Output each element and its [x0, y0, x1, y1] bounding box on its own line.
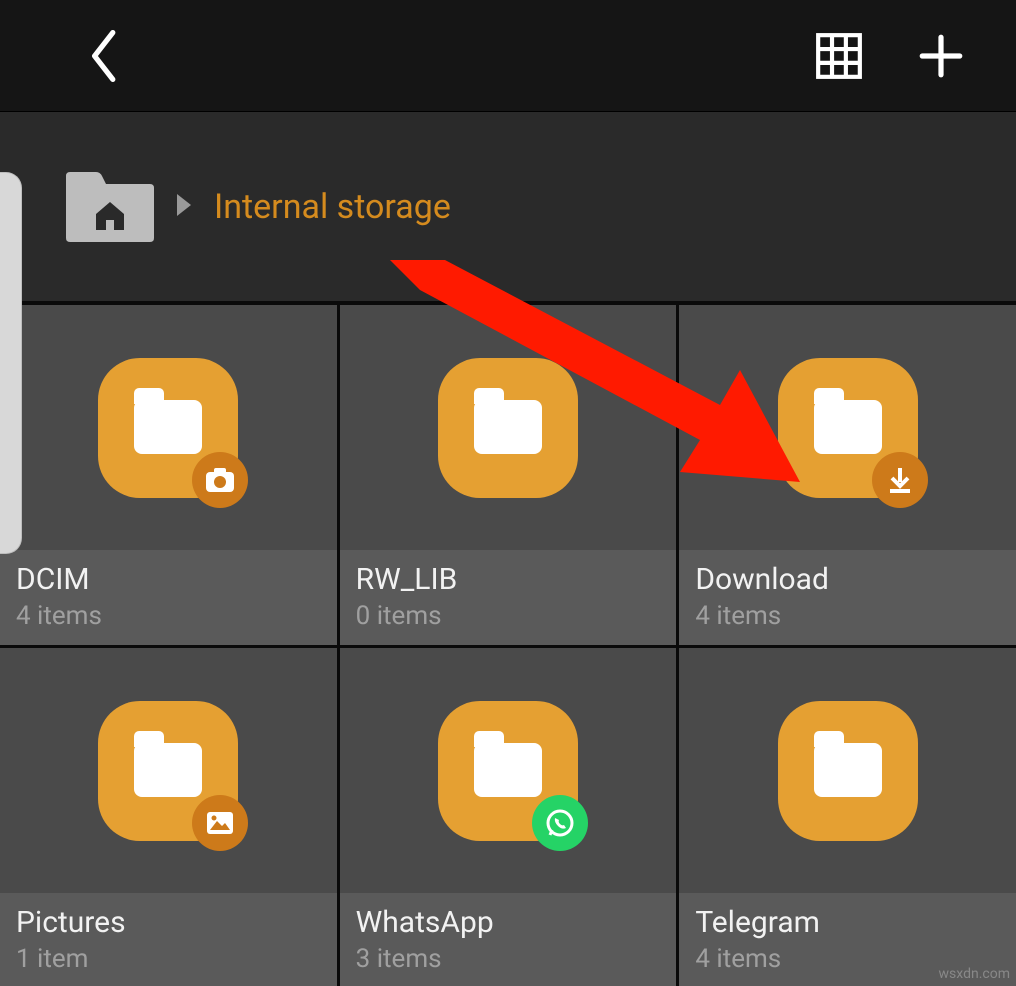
folder-count: 4 items: [695, 601, 1000, 631]
image-icon: [192, 795, 248, 851]
camera-icon: [192, 452, 248, 508]
folder-name: Telegram: [695, 905, 1000, 940]
folder-grid: DCIM 4 items RW_LIB 0 items Download 4 i…: [0, 302, 1016, 986]
folder-icon: [0, 305, 337, 550]
chevron-left-icon: [88, 30, 122, 82]
view-grid-button[interactable]: [804, 21, 874, 91]
home-folder-icon: [62, 168, 158, 246]
folder-icon: [340, 305, 677, 550]
folder-rw-lib[interactable]: RW_LIB 0 items: [340, 305, 677, 645]
folder-name: WhatsApp: [356, 905, 661, 940]
folder-whatsapp[interactable]: WhatsApp 3 items: [340, 648, 677, 986]
grid-icon: [814, 31, 864, 81]
breadcrumb-separator-icon: [174, 192, 194, 222]
folder-name: DCIM: [16, 562, 321, 597]
folder-icon: [0, 648, 337, 893]
folder-count: 1 item: [16, 944, 321, 974]
drawer-handle[interactable]: [0, 172, 22, 554]
folder-name: RW_LIB: [356, 562, 661, 597]
folder-telegram[interactable]: Telegram 4 items: [679, 648, 1016, 986]
back-button[interactable]: [70, 21, 140, 91]
folder-icon: [340, 648, 677, 893]
folder-count: 4 items: [16, 601, 321, 631]
folder-count: 3 items: [356, 944, 661, 974]
plus-icon: [916, 31, 966, 81]
breadcrumb-home[interactable]: [60, 167, 160, 247]
folder-pictures[interactable]: Pictures 1 item: [0, 648, 337, 986]
breadcrumb-current[interactable]: Internal storage: [214, 187, 451, 227]
folder-count: 0 items: [356, 601, 661, 631]
toolbar: [0, 0, 1016, 112]
folder-name: Pictures: [16, 905, 321, 940]
folder-dcim[interactable]: DCIM 4 items: [0, 305, 337, 645]
whatsapp-icon: [532, 795, 588, 851]
folder-icon: [679, 305, 1016, 550]
breadcrumb: Internal storage: [0, 112, 1016, 302]
watermark: wsxdn.com: [939, 966, 1010, 982]
download-icon: [872, 452, 928, 508]
folder-download[interactable]: Download 4 items: [679, 305, 1016, 645]
folder-icon: [679, 648, 1016, 893]
folder-name: Download: [695, 562, 1000, 597]
add-button[interactable]: [906, 21, 976, 91]
